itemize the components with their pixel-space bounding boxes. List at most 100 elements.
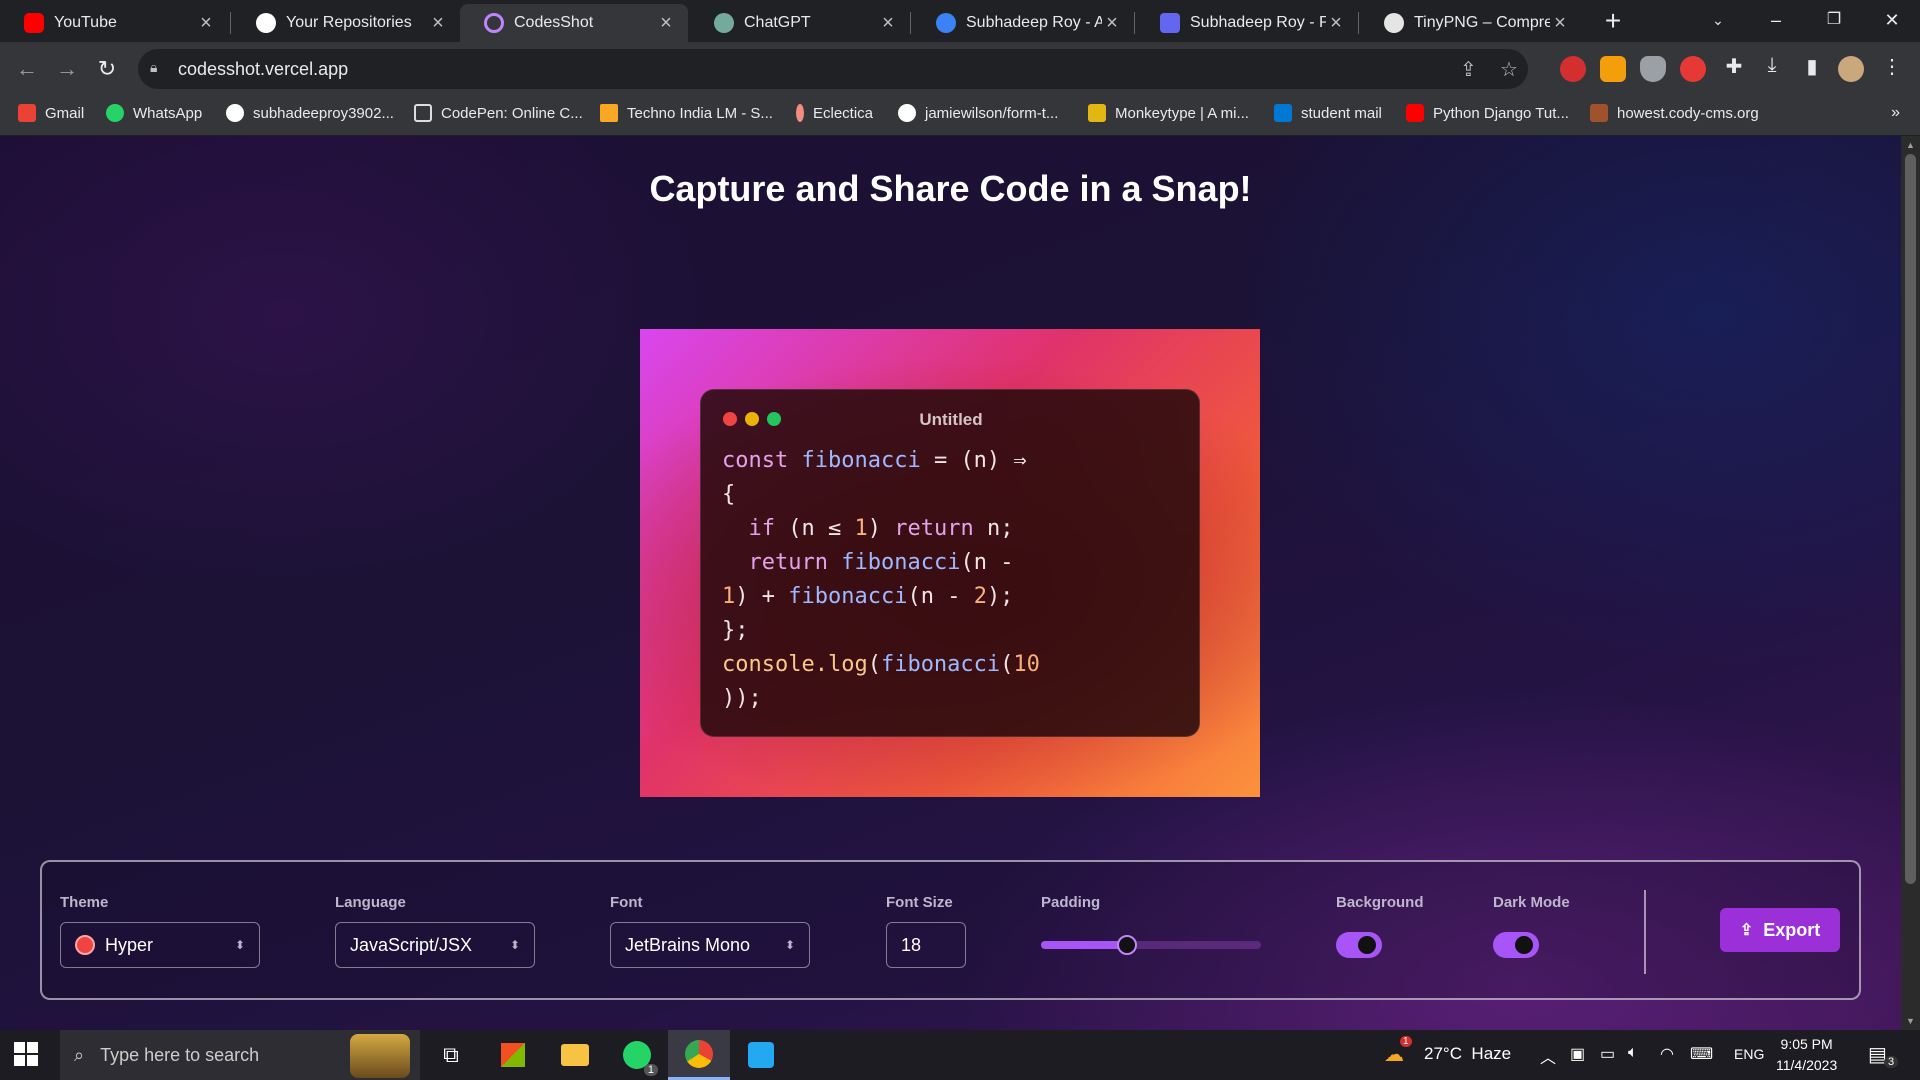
restore-button[interactable]: ❐ <box>1806 0 1862 40</box>
bookmark-eclectica[interactable]: Eclectica <box>796 104 873 122</box>
scrollbar-thumb[interactable] <box>1905 154 1916 884</box>
close-icon[interactable]: × <box>878 12 898 35</box>
bookmark-codepen[interactable]: CodePen: Online C... <box>414 104 583 122</box>
bookmark-form-template[interactable]: jamiewilson/form-t... <box>898 104 1058 122</box>
task-view-icon[interactable]: ⧉ <box>420 1030 482 1080</box>
battery-icon[interactable]: ▭ <box>1600 1044 1615 1064</box>
bookmark-techno-india[interactable]: Techno India LM - S... <box>600 104 773 122</box>
close-icon[interactable]: × <box>1550 12 1570 35</box>
toggle-knob <box>1358 936 1376 954</box>
download-icon[interactable]: ⤓ <box>1758 54 1786 77</box>
adblock-extension-icon[interactable] <box>1680 56 1706 82</box>
chrome-icon <box>685 1039 713 1068</box>
close-icon[interactable]: × <box>196 12 216 35</box>
bookmark-python-django[interactable]: Python Django Tut... <box>1406 104 1569 122</box>
reload-button[interactable]: ↻ <box>92 54 122 84</box>
clock[interactable]: 9:05 PM 11/4/2023 <box>1776 1034 1837 1076</box>
code-editor[interactable]: const fibonacci = (n) ⇒ { if (n ≤ 1) retu… <box>722 444 1040 716</box>
theme-select[interactable]: Hyper ⬍ <box>60 922 260 968</box>
code-line: if (n ≤ 1) return n; <box>722 512 1040 546</box>
close-window-button[interactable]: ✕ <box>1864 0 1920 40</box>
show-hidden-icons-chevron-icon[interactable]: ︿ <box>1540 1044 1556 1068</box>
touch-keyboard-icon[interactable]: ⌨ <box>1690 1044 1713 1064</box>
tab-tinypng[interactable]: TinyPNG – Compress × <box>1360 4 1582 42</box>
volume-icon[interactable]: 🔈︎ <box>1628 1044 1638 1062</box>
scroll-down-arrow-icon[interactable]: ▼ <box>1901 1016 1920 1026</box>
chrome-taskbar-icon[interactable] <box>668 1030 730 1080</box>
bookmark-label: student mail <box>1301 104 1382 122</box>
weather-text[interactable]: 27°C Haze <box>1424 1044 1511 1064</box>
address-bar[interactable]: 🔒︎ codesshot.vercel.app ⇪ ☆ <box>138 49 1528 89</box>
font-select[interactable]: JetBrains Mono ⬍ <box>610 922 810 968</box>
language-indicator[interactable]: ENG <box>1734 1046 1764 1062</box>
export-button[interactable]: ⇪ Export <box>1720 908 1840 952</box>
tab-title: YouTube <box>54 14 117 31</box>
tab-youtube[interactable]: YouTube × <box>0 4 228 42</box>
window-title[interactable]: Untitled <box>701 410 1201 430</box>
language-select[interactable]: JavaScript/JSX ⬍ <box>335 922 535 968</box>
bookmark-student-mail[interactable]: student mail <box>1274 104 1382 122</box>
bookmark-label: howest.cody-cms.org <box>1617 104 1759 122</box>
howest-icon <box>1590 104 1608 122</box>
close-icon[interactable]: × <box>656 12 676 35</box>
share-icon[interactable]: ⇪ <box>1460 57 1477 82</box>
meet-now-icon[interactable]: ▣ <box>1570 1044 1585 1064</box>
vscode-icon <box>748 1042 774 1068</box>
code-token: return <box>894 516 974 541</box>
file-explorer-icon[interactable] <box>544 1030 606 1080</box>
vscode-taskbar-icon[interactable] <box>730 1030 792 1080</box>
wifi-icon[interactable]: ◠ <box>1660 1044 1674 1064</box>
background-toggle[interactable] <box>1336 932 1382 958</box>
page-scrollbar[interactable]: ▲ ▼ <box>1901 136 1920 1030</box>
bookmark-star-icon[interactable]: ☆ <box>1500 57 1518 82</box>
padding-slider[interactable] <box>1041 935 1261 955</box>
extensions-puzzle-icon[interactable]: ✚ <box>1720 54 1748 79</box>
tab-chatgpt[interactable]: ChatGPT × <box>690 4 910 42</box>
tab-separator <box>1358 12 1359 34</box>
menu-kebab-icon[interactable]: ⋮ <box>1878 54 1906 79</box>
bookmark-monkeytype[interactable]: Monkeytype | A mi... <box>1088 104 1249 122</box>
weather-icon[interactable]: ☁ <box>1384 1042 1404 1067</box>
tab-profile[interactable]: Subhadeep Roy - Po × <box>1136 4 1358 42</box>
code-token: 1 <box>722 584 736 609</box>
windows-start-icon[interactable] <box>14 1042 38 1066</box>
bookmark-gmail[interactable]: Gmail <box>18 104 84 122</box>
tab-separator <box>1134 12 1135 34</box>
dark-mode-toggle[interactable] <box>1493 932 1539 958</box>
close-icon[interactable]: × <box>1102 12 1122 35</box>
side-panel-icon[interactable]: ▮ <box>1798 54 1826 79</box>
taskbar-search[interactable]: ⌕ Type here to search <box>60 1030 420 1080</box>
tab-repositories[interactable]: Your Repositories × <box>232 4 460 42</box>
whatsapp-taskbar-icon[interactable]: 1 <box>606 1030 668 1080</box>
shield-extension-icon[interactable] <box>1640 56 1666 82</box>
bookmark-label: CodePen: Online C... <box>441 104 583 122</box>
color-extension-icon[interactable] <box>1600 56 1626 82</box>
gmail-icon <box>18 104 36 122</box>
bookmark-howest[interactable]: howest.cody-cms.org <box>1590 104 1759 122</box>
close-icon[interactable]: × <box>428 12 448 35</box>
tab-codesshot[interactable]: CodesShot × <box>460 4 688 42</box>
bookmarks-bar: Gmail WhatsApp subhadeeproy3902... CodeP… <box>0 96 1920 136</box>
bookmarks-overflow-icon[interactable]: » <box>1891 104 1900 122</box>
code-token: const <box>722 448 802 473</box>
code-token: fibonacci <box>801 448 921 473</box>
font-size-input[interactable]: 18 <box>886 922 966 968</box>
windows-taskbar: ⌕ Type here to search ⧉ 1 ☁ 1 27°C Haze … <box>0 1030 1920 1080</box>
scroll-up-arrow-icon[interactable]: ▲ <box>1901 140 1920 150</box>
back-button[interactable]: ← <box>12 54 42 84</box>
page-title: Capture and Share Code in a Snap! <box>649 168 1252 209</box>
tab-portfolio[interactable]: Subhadeep Roy - A V × <box>912 4 1134 42</box>
avatar[interactable] <box>1838 56 1864 82</box>
forward-button[interactable]: → <box>52 54 82 84</box>
tab-title: Subhadeep Roy - Po <box>1190 14 1326 31</box>
minimize-button[interactable]: – <box>1748 0 1804 40</box>
chevron-updown-icon: ⬍ <box>784 938 795 952</box>
bookmark-github-profile[interactable]: subhadeeproy3902... <box>226 104 394 122</box>
new-tab-button[interactable]: + <box>1598 6 1628 36</box>
acrobat-extension-icon[interactable] <box>1560 56 1586 82</box>
microsoft-store-icon[interactable] <box>482 1030 544 1080</box>
bookmark-whatsapp[interactable]: WhatsApp <box>106 104 202 122</box>
close-icon[interactable]: × <box>1326 12 1346 35</box>
padding-slider-handle[interactable] <box>1116 935 1137 955</box>
tab-search-button[interactable]: ⌄ <box>1690 0 1746 40</box>
